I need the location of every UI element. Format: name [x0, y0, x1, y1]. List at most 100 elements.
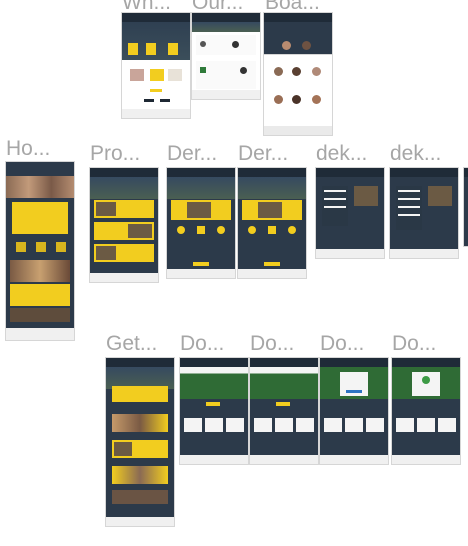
artboard-hero	[167, 177, 235, 199]
card	[112, 386, 168, 402]
artboard-our-partners[interactable]	[192, 13, 260, 99]
artboard-label-board[interactable]: Boa...	[265, 0, 320, 14]
card	[254, 418, 272, 432]
artboard-label-do-4[interactable]: Do...	[392, 333, 436, 355]
card	[438, 418, 456, 432]
artboard-nav	[90, 168, 158, 177]
artboard-label-what-we-do[interactable]: Wh...	[122, 0, 171, 14]
artboard-footer	[316, 249, 384, 258]
logo	[232, 41, 239, 48]
artboard-nav	[320, 358, 388, 367]
avatar	[274, 67, 283, 76]
artboard-footer	[390, 249, 458, 258]
block	[196, 61, 256, 89]
artboard-footer	[90, 273, 158, 282]
artboard-label-do-3[interactable]: Do...	[320, 333, 364, 355]
artboard-footer	[250, 455, 318, 464]
form-field	[324, 190, 346, 192]
artboard-label-dek-1[interactable]: dek...	[316, 143, 367, 165]
artboard-hero	[90, 177, 158, 199]
photo	[130, 69, 144, 81]
artboard-do-1[interactable]	[180, 358, 248, 464]
artboard-what-we-do[interactable]	[122, 13, 190, 118]
artboard-footer	[320, 455, 388, 464]
icon-block	[288, 226, 296, 234]
form-field	[324, 206, 346, 208]
card	[184, 418, 202, 432]
card	[226, 418, 244, 432]
artboard-footer	[122, 109, 190, 118]
card	[396, 418, 414, 432]
form-field	[398, 198, 420, 200]
photo	[112, 490, 168, 504]
photo	[10, 260, 70, 282]
card	[366, 418, 384, 432]
photo	[112, 466, 168, 484]
block	[56, 242, 66, 252]
artboard-footer	[6, 328, 74, 340]
artboard-label-do-2[interactable]: Do...	[250, 333, 294, 355]
photo	[96, 202, 116, 216]
artboard-label-our-partners[interactable]: Our...	[192, 0, 243, 14]
card	[205, 418, 223, 432]
artboard-do-4[interactable]	[392, 358, 460, 464]
avatar	[302, 41, 311, 50]
icon-block	[217, 226, 225, 234]
artboard-label-get-involved[interactable]: Get...	[106, 333, 157, 355]
artboard-nav	[316, 168, 384, 177]
artboard-do-3[interactable]	[320, 358, 388, 464]
artboard-footer	[392, 455, 460, 464]
form-field	[398, 206, 420, 208]
artboard-dek-2[interactable]	[390, 168, 458, 258]
artboard-nav	[106, 358, 174, 367]
button	[160, 99, 170, 102]
block	[168, 43, 178, 55]
artboard-footer	[238, 269, 306, 278]
artboard-label-do-1[interactable]: Do...	[180, 333, 224, 355]
block	[10, 284, 70, 306]
artboard-footer	[264, 126, 332, 135]
artboard-board[interactable]	[264, 13, 332, 55]
artboard-label-der-1[interactable]: Der...	[167, 143, 217, 165]
artboard-home[interactable]	[6, 162, 74, 340]
avatar	[282, 41, 291, 50]
artboard-der-1[interactable]	[167, 168, 235, 278]
button	[206, 402, 220, 406]
artboard-footer	[167, 269, 235, 278]
artboard-hero	[238, 177, 306, 199]
artboard-programs[interactable]	[90, 168, 158, 282]
artboard-footer	[192, 90, 260, 99]
photo	[6, 176, 74, 198]
logo	[240, 67, 247, 74]
button	[276, 402, 290, 406]
card	[275, 418, 293, 432]
artboard-nav	[122, 13, 190, 22]
artboard-get-involved[interactable]	[106, 358, 174, 526]
form-field	[324, 198, 346, 200]
photo	[96, 246, 116, 260]
photo	[258, 202, 282, 218]
block	[12, 202, 68, 234]
artboard-label-home[interactable]: Ho...	[6, 138, 50, 160]
artboard-dek-1[interactable]	[316, 168, 384, 258]
photo	[187, 202, 211, 218]
form-field	[398, 214, 420, 216]
artboard-do-2[interactable]	[250, 358, 318, 464]
artboard-hero	[192, 22, 260, 32]
artboard-label-dek-2[interactable]: dek...	[390, 143, 441, 165]
block	[128, 43, 138, 55]
button	[150, 89, 162, 92]
artboard-label-programs[interactable]: Pro...	[90, 143, 140, 165]
button	[144, 99, 154, 102]
photo	[10, 308, 70, 322]
artboard-nav	[264, 13, 332, 22]
artboard-nav	[192, 13, 260, 22]
artboard-label-der-2[interactable]: Der...	[238, 143, 288, 165]
button	[346, 390, 362, 393]
block	[16, 242, 26, 252]
avatar	[274, 95, 283, 104]
artboard-nav	[464, 168, 468, 177]
artboard-partial-right[interactable]	[464, 168, 468, 246]
artboard-der-2[interactable]	[238, 168, 306, 278]
button	[264, 262, 280, 266]
